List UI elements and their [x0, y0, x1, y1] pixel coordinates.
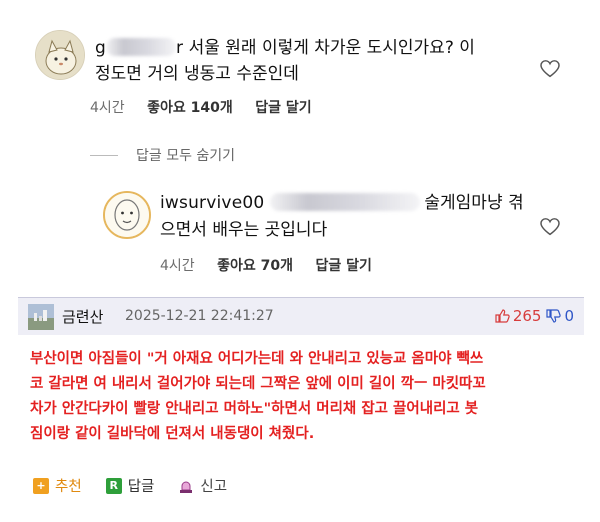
reply-likes-count[interactable]: 좋아요 70개: [217, 258, 293, 274]
thumbs-up-icon: [495, 309, 510, 323]
upvote-count: 265: [512, 307, 542, 325]
reply-like-heart-icon[interactable]: [540, 218, 560, 236]
face-avatar-icon: [105, 193, 149, 237]
recommend-button[interactable]: + 추천: [33, 475, 82, 496]
reply-text-tail: 술게임마냥 겪: [424, 193, 524, 213]
reply-button[interactable]: R 답글: [105, 475, 155, 496]
like-heart-icon[interactable]: [540, 60, 560, 78]
report-label: 신고: [200, 479, 228, 495]
mountain-photo-icon: [28, 304, 54, 330]
dc-comment-body: 부산이면 아짐들이 "거 아재요 어디가는데 와 안내리고 있능교 옴마야 빽쓰…: [30, 347, 590, 447]
comment-meta: 4시간 좋아요 140개 답글 달기: [90, 97, 330, 117]
blurred-username: [106, 38, 176, 56]
comment-text: 서울 원래 이렇게 차가운 도시인가요? 이: [188, 38, 475, 58]
reply-link[interactable]: 답글 달기: [255, 100, 311, 116]
reply-reply-link[interactable]: 답글 달기: [315, 258, 371, 274]
reply-line-2: 으면서 배우는 곳입니다: [160, 220, 328, 240]
thumbs-down-icon: [546, 309, 562, 323]
dc-author-avatar[interactable]: [28, 304, 54, 330]
cat-avatar-icon: [36, 31, 84, 79]
divider: [90, 154, 118, 156]
dc-votes: 265 0: [494, 307, 574, 325]
downvote-count: 0: [564, 307, 574, 325]
blurred-text: [270, 193, 421, 211]
reply-r-icon: R: [105, 477, 122, 494]
likes-count[interactable]: 좋아요 140개: [147, 100, 233, 116]
username-suffix: r: [176, 38, 184, 58]
comment-line-1: g r 서울 원래 이렇게 차가운 도시인가요? 이: [95, 36, 475, 60]
reply-username[interactable]: iwsurvive00: [160, 193, 264, 213]
plus-icon: +: [33, 477, 49, 494]
comment-line-2: 정도면 거의 냉동고 수준인데: [95, 64, 299, 84]
user-avatar[interactable]: [35, 30, 85, 80]
downvote-button[interactable]: 0: [545, 307, 574, 325]
comment-time: 4시간: [90, 100, 125, 116]
dc-comment-actions: + 추천 R 답글 신고: [33, 475, 251, 496]
siren-icon: [180, 481, 193, 493]
reply-line-1: iwsurvive00 술게임마냥 겪: [160, 191, 524, 215]
dc-comment: 금련산 2025-12-21 22:41:27 265 0 부산이면 아짐들이 …: [0, 290, 600, 522]
hide-replies-toggle[interactable]: 답글 모두 숨기기: [90, 145, 235, 165]
body-line: 부산이면 아짐들이 "거 아재요 어디가는데 와 안내리고 있능교 옴마야 빽쓰: [30, 351, 484, 367]
dc-comment-header: 금련산 2025-12-21 22:41:27 265 0: [18, 297, 584, 335]
dc-datetime: 2025-12-21 22:41:27: [125, 308, 274, 324]
dc-author-name[interactable]: 금련산: [62, 306, 103, 327]
instagram-comments: g r 서울 원래 이렇게 차가운 도시인가요? 이 정도면 거의 냉동고 수준인…: [0, 0, 600, 290]
report-button[interactable]: 신고: [178, 475, 227, 496]
reply-label: 답글: [127, 479, 155, 495]
body-line: 코 갈라면 여 내리서 걸어가야 되는데 그짝은 앞에 이미 길이 깍ㅡ 마킷따…: [30, 376, 486, 392]
upvote-button[interactable]: 265: [494, 307, 542, 325]
recommend-label: 추천: [55, 479, 82, 495]
username[interactable]: g: [95, 38, 106, 58]
hide-replies-label: 답글 모두 숨기기: [136, 148, 236, 164]
reply-time: 4시간: [160, 258, 195, 274]
body-line: 짐이랑 같이 길바닥에 던져서 내동댕이 쳐줬다.: [30, 426, 315, 442]
reply-user-avatar[interactable]: [103, 191, 151, 239]
body-line: 차가 안간다카이 빨랑 안내리고 머하노"하면서 머리채 잡고 끌어내리고 봇: [30, 401, 479, 417]
reply-meta: 4시간 좋아요 70개 답글 달기: [160, 255, 390, 275]
